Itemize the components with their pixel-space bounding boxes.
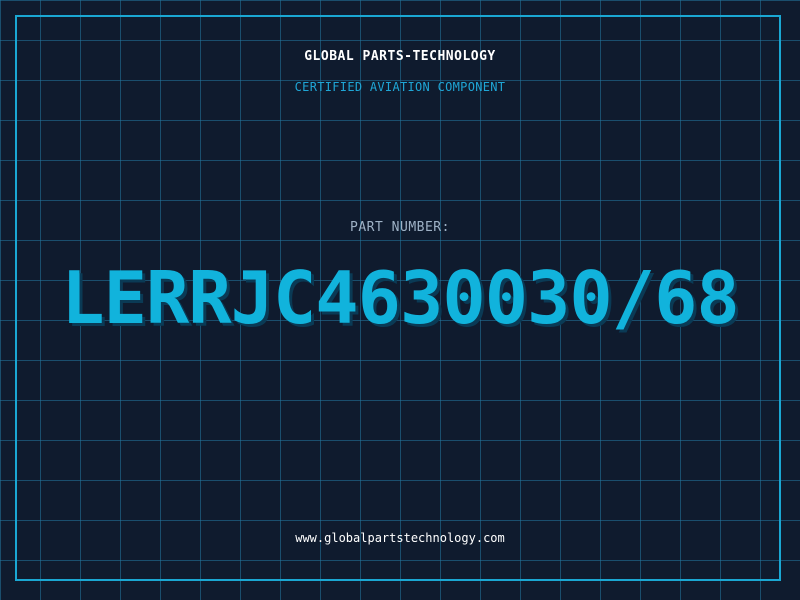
certification-tagline: CERTIFIED AVIATION COMPONENT	[294, 80, 506, 94]
part-number-value: LERRJC4630030/68	[61, 256, 740, 340]
part-label-card: GLOBAL PARTS-TECHNOLOGY CERTIFIED AVIATI…	[0, 0, 800, 600]
part-number-label: PART NUMBER:	[350, 220, 450, 235]
website-link[interactable]: www.globalpartstechnology.com	[0, 531, 800, 545]
company-name: GLOBAL PARTS-TECHNOLOGY	[304, 49, 496, 64]
